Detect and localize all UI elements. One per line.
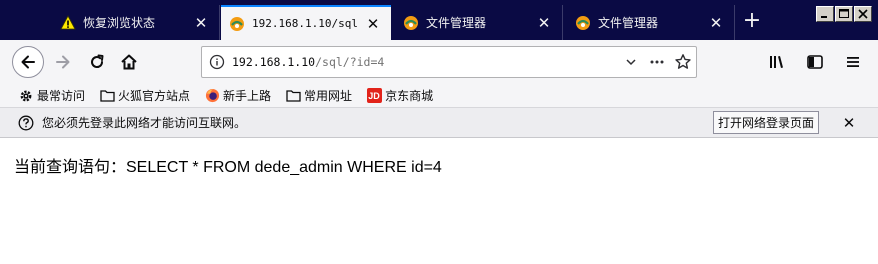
tab-sql-page[interactable]: 192.168.1.10/sql ✕ <box>221 5 391 40</box>
close-icon[interactable]: ✕ <box>534 13 554 33</box>
library-icon <box>770 56 783 68</box>
tab-title: 恢复浏览状态 <box>83 16 156 30</box>
minimize-button[interactable] <box>816 6 834 22</box>
tab-restore-session[interactable]: 恢复浏览状态 ✕ <box>52 5 220 40</box>
maximize-button[interactable] <box>835 6 853 22</box>
home-button[interactable] <box>116 50 142 74</box>
close-icon[interactable]: ✕ <box>363 14 383 34</box>
folder-icon <box>99 88 115 104</box>
tab-title: 文件管理器 <box>598 16 659 30</box>
chevron-down-icon[interactable] <box>618 47 644 77</box>
notification-message: 您必须先登录此网络才能访问互联网。 <box>42 116 247 130</box>
navigation-toolbar: 192.168.1.10/sql/?id=4 <box>0 40 878 84</box>
reload-button[interactable] <box>84 50 110 74</box>
back-button[interactable] <box>12 46 44 78</box>
url-host: 192.168.1.10 <box>232 55 316 69</box>
hamburger-menu-icon <box>847 57 859 67</box>
page-content: 当前查询语句：SELECT * FROM dede_admin WHERE id… <box>0 138 878 264</box>
close-icon[interactable]: ✕ <box>839 113 859 133</box>
reload-icon <box>91 54 104 68</box>
library-button[interactable] <box>764 50 790 74</box>
bookmark-jd-mall[interactable]: JD 京东商城 <box>366 87 433 104</box>
home-icon <box>121 54 137 70</box>
url-text[interactable]: 192.168.1.10/sql/?id=4 <box>232 55 618 69</box>
query-statement: 当前查询语句：SELECT * FROM dede_admin WHERE id… <box>14 159 442 176</box>
maximize-icon <box>839 9 849 18</box>
forward-button[interactable] <box>50 50 76 74</box>
url-bar[interactable]: 192.168.1.10/sql/?id=4 <box>201 46 697 78</box>
bookmarks-toolbar: 最常访问 火狐官方站点 新手上路 常用网址 JD 京东商城 <box>0 84 878 108</box>
bookmark-firefox-official[interactable]: 火狐官方站点 <box>99 87 190 104</box>
page-actions-icon[interactable] <box>644 47 670 77</box>
menu-button[interactable] <box>840 50 866 74</box>
warning-icon <box>60 14 76 31</box>
close-icon[interactable]: ✕ <box>706 13 726 33</box>
jd-icon: JD <box>366 88 382 104</box>
sidebar-button[interactable] <box>802 50 828 74</box>
firefox-icon <box>204 88 220 104</box>
new-tab-button[interactable]: + <box>738 6 766 34</box>
forward-arrow-icon <box>56 55 70 69</box>
close-icon <box>858 9 868 19</box>
sidebar-icon <box>807 55 823 69</box>
info-icon[interactable] <box>202 47 232 77</box>
window-close-button[interactable] <box>854 6 872 22</box>
bookmark-common-sites[interactable]: 常用网址 <box>285 87 352 104</box>
bookmark-getting-started[interactable]: 新手上路 <box>204 87 271 104</box>
window-controls <box>815 6 872 22</box>
url-path: /sql/?id=4 <box>315 55 385 69</box>
bookmark-label: 京东商城 <box>385 89 434 103</box>
bookmark-label: 新手上路 <box>223 89 272 103</box>
captive-portal-notification: 您必须先登录此网络才能访问互联网。 打开网络登录页面 ✕ <box>0 108 878 138</box>
tab-title: 文件管理器 <box>426 16 487 30</box>
phpstudy-icon <box>403 15 419 31</box>
bookmark-label: 火狐官方站点 <box>118 89 191 103</box>
phpstudy-icon <box>575 15 591 31</box>
folder-icon <box>285 88 301 104</box>
open-login-page-button[interactable]: 打开网络登录页面 <box>713 111 820 134</box>
tab-strip: 恢复浏览状态 ✕ 192.168.1.10/sql ✕ 文件管理器 ✕ 文件管理… <box>0 0 878 40</box>
bookmark-most-visited[interactable]: 最常访问 <box>18 87 85 104</box>
bookmark-label: 最常访问 <box>37 89 86 103</box>
tab-file-manager-1[interactable]: 文件管理器 ✕ <box>395 5 563 40</box>
close-icon[interactable]: ✕ <box>191 13 211 33</box>
tab-title: 192.168.1.10/sql <box>252 17 358 30</box>
back-arrow-icon <box>21 55 35 69</box>
tab-file-manager-2[interactable]: 文件管理器 ✕ <box>567 5 735 40</box>
bookmark-label: 常用网址 <box>304 89 353 103</box>
jd-badge: JD <box>366 88 382 103</box>
bookmark-star-icon[interactable] <box>670 47 696 77</box>
question-icon <box>18 115 34 131</box>
phpstudy-icon <box>229 16 245 32</box>
gear-icon <box>18 88 34 104</box>
minimize-icon <box>821 16 827 18</box>
